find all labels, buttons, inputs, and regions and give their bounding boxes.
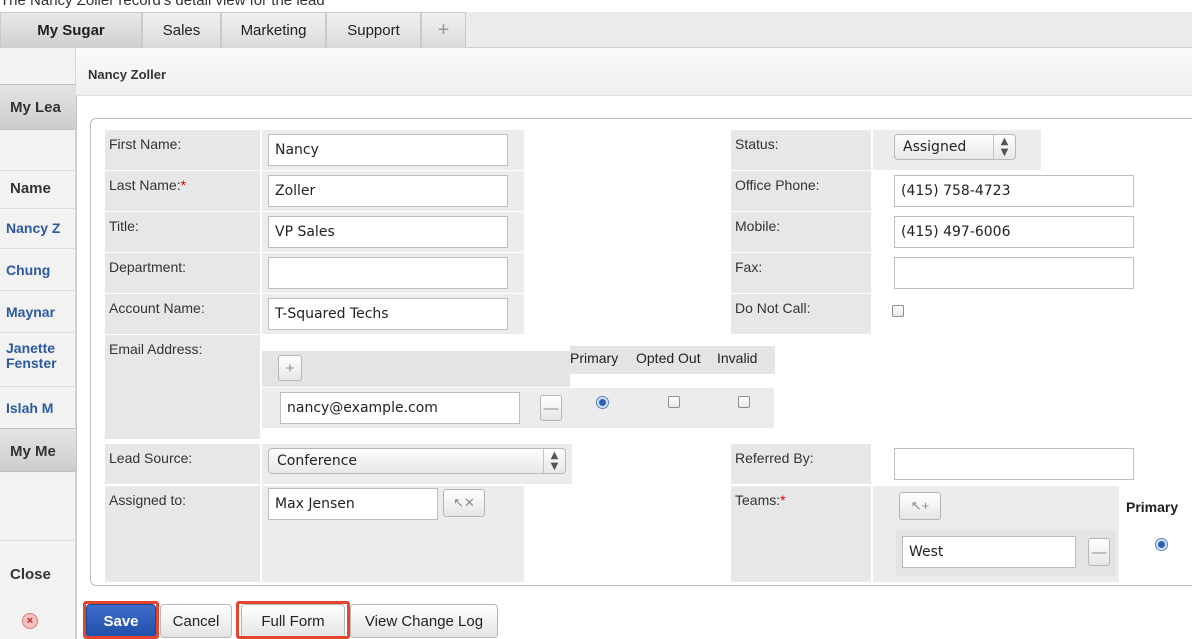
office-phone-input[interactable]: (415) 758-4723: [894, 175, 1134, 207]
email-opted-out-checkbox[interactable]: [668, 396, 680, 408]
add-tab-plus-icon[interactable]: +: [421, 12, 466, 48]
mobile-input[interactable]: (415) 497-6006: [894, 216, 1134, 248]
select-clear-user-icon[interactable]: ↖✕: [443, 489, 485, 517]
lead-link[interactable]: Nancy Z: [6, 220, 76, 236]
label-status: Status:: [731, 130, 871, 170]
tab-my-sugar[interactable]: My Sugar: [0, 12, 142, 48]
lead-source-select[interactable]: Conference ▲ ▼: [268, 448, 566, 474]
lead-link[interactable]: Fenster: [6, 356, 76, 371]
select-add-team-icon[interactable]: ↖+: [899, 492, 941, 520]
page-caption: The Nancy Zoller record's detail view fo…: [0, 0, 325, 9]
fax-input[interactable]: [894, 257, 1134, 289]
department-input[interactable]: [268, 257, 508, 289]
label-email-address: Email Address:: [105, 335, 260, 439]
label-title: Title:: [105, 212, 260, 252]
tab-support[interactable]: Support: [326, 12, 421, 48]
email-col-invalid: Invalid: [717, 350, 758, 366]
tab-sales[interactable]: Sales: [142, 12, 221, 48]
view-change-log-button[interactable]: View Change Log: [350, 604, 498, 638]
last-name-input[interactable]: Zoller: [268, 175, 508, 207]
remove-icon[interactable]: ×: [22, 613, 38, 629]
dashlet-title-leads: My Lea: [0, 84, 76, 130]
lead-link[interactable]: Islah M: [6, 400, 76, 416]
tab-marketing[interactable]: Marketing: [221, 12, 326, 48]
label-do-not-call: Do Not Call:: [731, 294, 871, 334]
label-department: Department:: [105, 253, 260, 293]
label-assigned-to: Assigned to:: [105, 486, 260, 582]
first-name-input[interactable]: Nancy: [268, 134, 508, 166]
label-last-name: Last Name:*: [105, 171, 260, 211]
column-header-name: Name: [10, 180, 51, 197]
lead-link[interactable]: Janette: [6, 341, 76, 356]
email-input[interactable]: nancy@example.com: [280, 392, 520, 424]
email-primary-radio[interactable]: [596, 396, 609, 409]
select-arrows-icon: ▲ ▼: [993, 135, 1015, 159]
email-col-primary: Primary: [570, 350, 619, 366]
title-input[interactable]: VP Sales: [268, 216, 508, 248]
label-office-phone: Office Phone:: [731, 171, 871, 211]
select-arrows-icon: ▲ ▼: [543, 449, 565, 473]
label-fax: Fax:: [731, 253, 871, 293]
column-header-close: Close: [10, 566, 51, 583]
cancel-button[interactable]: Cancel: [160, 604, 232, 638]
email-invalid-checkbox[interactable]: [738, 396, 750, 408]
label-first-name: First Name:: [105, 130, 260, 170]
label-referred-by: Referred By:: [731, 444, 871, 484]
team-primary-radio[interactable]: [1155, 538, 1168, 551]
label-lead-source: Lead Source:: [105, 444, 260, 484]
modal-title: Nancy Zoller: [76, 48, 1192, 96]
label-account-name: Account Name:: [105, 294, 260, 334]
lead-link[interactable]: Chung: [6, 262, 76, 278]
add-email-plus-icon[interactable]: +: [278, 355, 302, 381]
status-select[interactable]: Assigned ▲ ▼: [894, 134, 1016, 160]
assigned-to-input[interactable]: Max Jensen: [268, 488, 438, 520]
full-form-highlight: [236, 601, 350, 639]
referred-by-input[interactable]: [894, 448, 1134, 480]
team-input[interactable]: West: [902, 536, 1076, 568]
dashlet-title-meetings: My Me: [0, 428, 76, 472]
remove-team-minus-icon[interactable]: —: [1088, 538, 1110, 566]
label-teams: Teams:*: [731, 486, 871, 582]
do-not-call-checkbox[interactable]: [892, 305, 904, 317]
save-highlight: [83, 601, 159, 639]
teams-col-primary: Primary: [1126, 499, 1179, 515]
account-name-input[interactable]: T-Squared Techs: [268, 298, 508, 330]
remove-email-minus-icon[interactable]: —: [540, 395, 562, 421]
label-mobile: Mobile:: [731, 212, 871, 252]
email-col-opted-out: Opted Out: [636, 350, 701, 366]
lead-link[interactable]: Maynar: [6, 304, 76, 320]
